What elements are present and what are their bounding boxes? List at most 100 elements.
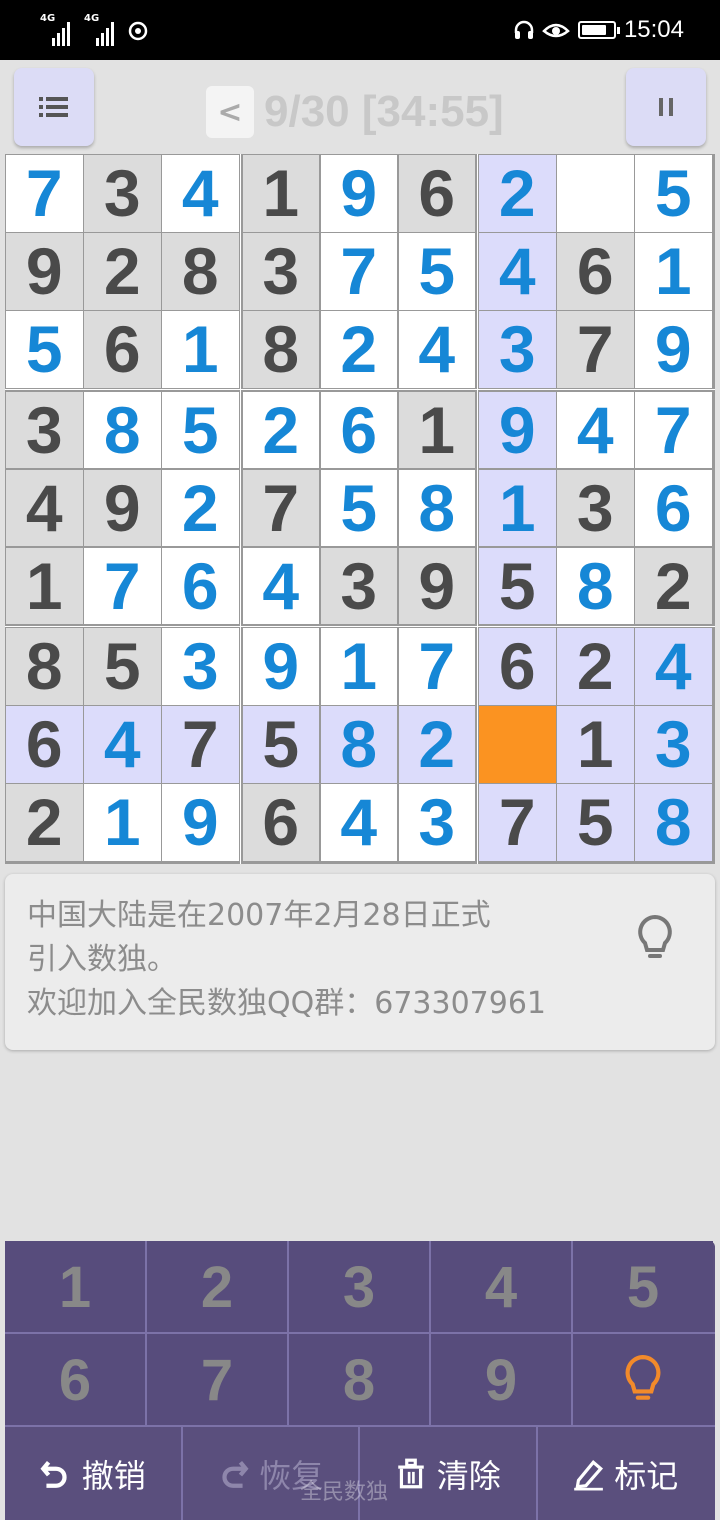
sudoku-cell-r5c3[interactable]: 2 xyxy=(162,469,239,546)
sudoku-cell-r2c2[interactable]: 2 xyxy=(84,233,161,310)
sudoku-cell-r1c1[interactable]: 7 xyxy=(6,155,83,232)
sudoku-cell-r9c7[interactable]: 7 xyxy=(479,784,556,861)
sudoku-cell-r8c3[interactable]: 7 xyxy=(162,706,239,783)
sudoku-cell-r8c5[interactable]: 8 xyxy=(320,706,397,783)
box-divider xyxy=(5,625,715,627)
pause-button[interactable] xyxy=(626,68,706,146)
sudoku-cell-r5c6[interactable]: 8 xyxy=(398,469,475,546)
sudoku-cell-r2c9[interactable]: 1 xyxy=(635,233,712,310)
sudoku-cell-r3c4[interactable]: 8 xyxy=(242,311,319,388)
sudoku-cell-r4c6[interactable]: 1 xyxy=(398,391,475,468)
sudoku-cell-r9c6[interactable]: 3 xyxy=(398,784,475,861)
sudoku-cell-r2c1[interactable]: 9 xyxy=(6,233,83,310)
sudoku-cell-r1c5[interactable]: 9 xyxy=(320,155,397,232)
sudoku-cell-r6c4[interactable]: 4 xyxy=(242,547,319,624)
sudoku-cell-r2c8[interactable]: 6 xyxy=(557,233,634,310)
sudoku-cell-r5c9[interactable]: 6 xyxy=(635,469,712,546)
keypad-divider xyxy=(145,1241,147,1427)
sudoku-cell-r4c9[interactable]: 7 xyxy=(635,391,712,468)
sudoku-cell-r4c5[interactable]: 6 xyxy=(320,391,397,468)
hint-button[interactable] xyxy=(573,1334,713,1426)
sudoku-cell-r3c6[interactable]: 4 xyxy=(398,311,475,388)
sudoku-cell-r8c1[interactable]: 6 xyxy=(6,706,83,783)
sudoku-cell-r4c1[interactable]: 3 xyxy=(6,391,83,468)
sudoku-cell-r1c9[interactable]: 5 xyxy=(635,155,712,232)
sudoku-cell-r2c4[interactable]: 3 xyxy=(242,233,319,310)
sudoku-cell-r3c9[interactable]: 9 xyxy=(635,311,712,388)
sudoku-cell-r5c5[interactable]: 5 xyxy=(320,469,397,546)
sudoku-cell-r7c8[interactable]: 2 xyxy=(557,628,634,705)
number-key-4[interactable]: 4 xyxy=(431,1241,571,1333)
number-key-7[interactable]: 7 xyxy=(147,1334,287,1426)
sudoku-cell-r1c3[interactable]: 4 xyxy=(162,155,239,232)
lightbulb-icon[interactable] xyxy=(635,914,675,964)
number-key-6[interactable]: 6 xyxy=(5,1334,145,1426)
previous-puzzle-button[interactable]: < xyxy=(206,86,254,138)
sudoku-cell-r3c3[interactable]: 1 xyxy=(162,311,239,388)
sudoku-cell-r5c7[interactable]: 1 xyxy=(479,469,556,546)
sudoku-cell-r6c2[interactable]: 7 xyxy=(84,547,161,624)
menu-button[interactable] xyxy=(14,68,94,146)
number-key-5[interactable]: 5 xyxy=(573,1241,713,1333)
sudoku-cell-r1c4[interactable]: 1 xyxy=(242,155,319,232)
sudoku-cell-r8c7[interactable] xyxy=(479,706,556,783)
sudoku-cell-r3c2[interactable]: 6 xyxy=(84,311,161,388)
sudoku-cell-r1c2[interactable]: 3 xyxy=(84,155,161,232)
sudoku-cell-r3c1[interactable]: 5 xyxy=(6,311,83,388)
sudoku-cell-r1c6[interactable]: 6 xyxy=(398,155,475,232)
number-key-3[interactable]: 3 xyxy=(289,1241,429,1333)
sudoku-cell-r2c5[interactable]: 7 xyxy=(320,233,397,310)
sudoku-cell-r9c4[interactable]: 6 xyxy=(242,784,319,861)
sudoku-cell-r9c2[interactable]: 1 xyxy=(84,784,161,861)
sudoku-cell-r5c8[interactable]: 3 xyxy=(557,469,634,546)
sudoku-cell-r9c8[interactable]: 5 xyxy=(557,784,634,861)
sudoku-cell-r9c3[interactable]: 9 xyxy=(162,784,239,861)
sudoku-cell-r8c6[interactable]: 2 xyxy=(398,706,475,783)
sudoku-cell-r6c6[interactable]: 9 xyxy=(398,547,475,624)
sudoku-cell-r1c7[interactable]: 2 xyxy=(479,155,556,232)
sudoku-cell-r8c4[interactable]: 5 xyxy=(242,706,319,783)
sudoku-cell-r5c1[interactable]: 4 xyxy=(6,469,83,546)
sudoku-cell-r7c7[interactable]: 6 xyxy=(479,628,556,705)
sudoku-cell-r9c5[interactable]: 4 xyxy=(320,784,397,861)
sudoku-cell-r1c8[interactable] xyxy=(557,155,634,232)
sudoku-cell-r4c3[interactable]: 5 xyxy=(162,391,239,468)
sudoku-cell-r6c5[interactable]: 3 xyxy=(320,547,397,624)
sudoku-cell-r6c1[interactable]: 1 xyxy=(6,547,83,624)
undo-button[interactable]: 撤销 xyxy=(5,1427,181,1520)
sudoku-cell-r4c8[interactable]: 4 xyxy=(557,391,634,468)
sudoku-cell-r2c3[interactable]: 8 xyxy=(162,233,239,310)
sudoku-cell-r7c9[interactable]: 4 xyxy=(635,628,712,705)
mark-button[interactable]: 标记 xyxy=(538,1427,714,1520)
sudoku-cell-r8c9[interactable]: 3 xyxy=(635,706,712,783)
sudoku-cell-r7c2[interactable]: 5 xyxy=(84,628,161,705)
sudoku-cell-r6c7[interactable]: 5 xyxy=(479,547,556,624)
sudoku-cell-r9c9[interactable]: 8 xyxy=(635,784,712,861)
sudoku-cell-r5c4[interactable]: 7 xyxy=(242,469,319,546)
sudoku-cell-r3c8[interactable]: 7 xyxy=(557,311,634,388)
number-key-8[interactable]: 8 xyxy=(289,1334,429,1426)
qq-group-text: 欢迎加入全民数独QQ群：673307961 xyxy=(27,986,547,1021)
sudoku-cell-r8c8[interactable]: 1 xyxy=(557,706,634,783)
sudoku-cell-r3c7[interactable]: 3 xyxy=(479,311,556,388)
sudoku-cell-r7c6[interactable]: 7 xyxy=(398,628,475,705)
sudoku-cell-r8c2[interactable]: 4 xyxy=(84,706,161,783)
number-key-1[interactable]: 1 xyxy=(5,1241,145,1333)
sudoku-cell-r4c7[interactable]: 9 xyxy=(479,391,556,468)
sudoku-cell-r2c6[interactable]: 5 xyxy=(398,233,475,310)
sudoku-cell-r3c5[interactable]: 2 xyxy=(320,311,397,388)
sudoku-cell-r9c1[interactable]: 2 xyxy=(6,784,83,861)
number-key-9[interactable]: 9 xyxy=(431,1334,571,1426)
sudoku-cell-r6c8[interactable]: 8 xyxy=(557,547,634,624)
sudoku-cell-r4c2[interactable]: 8 xyxy=(84,391,161,468)
sudoku-cell-r7c4[interactable]: 9 xyxy=(242,628,319,705)
sudoku-cell-r6c9[interactable]: 2 xyxy=(635,547,712,624)
sudoku-cell-r7c1[interactable]: 8 xyxy=(6,628,83,705)
sudoku-cell-r2c7[interactable]: 4 xyxy=(479,233,556,310)
sudoku-cell-r7c5[interactable]: 1 xyxy=(320,628,397,705)
number-key-2[interactable]: 2 xyxy=(147,1241,287,1333)
sudoku-cell-r7c3[interactable]: 3 xyxy=(162,628,239,705)
sudoku-cell-r4c4[interactable]: 2 xyxy=(242,391,319,468)
sudoku-cell-r6c3[interactable]: 6 xyxy=(162,547,239,624)
sudoku-cell-r5c2[interactable]: 9 xyxy=(84,469,161,546)
